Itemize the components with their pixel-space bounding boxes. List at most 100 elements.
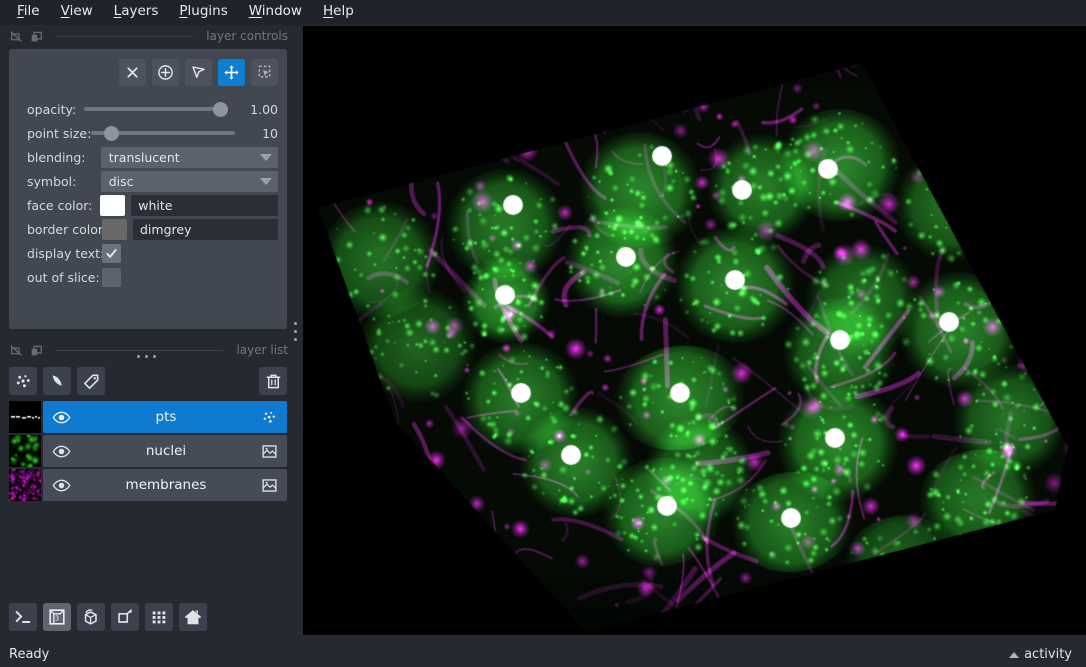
ndisplay-toggle-button[interactable]: 3 (43, 603, 71, 631)
activity-label: activity (1024, 647, 1072, 662)
layer-controls-panel: opacity: 1.00 point size: 10 blending: t… (9, 49, 287, 329)
display-text-row: display text: (18, 242, 278, 264)
grid-icon (152, 611, 166, 624)
opacity-slider[interactable] (84, 98, 228, 120)
layer-entry-nuclei[interactable]: nuclei (43, 435, 287, 467)
left-dock: layer controls opacity: 1.00 point size:… (0, 25, 296, 642)
symbol-select[interactable]: disc (100, 170, 278, 192)
layer-row[interactable]: nuclei (9, 435, 287, 467)
out-of-slice-checkbox[interactable] (102, 267, 121, 287)
layer-controls-header: layer controls (0, 25, 296, 47)
opacity-handle[interactable] (213, 102, 228, 117)
visibility-eye-icon[interactable] (52, 476, 71, 495)
out-of-slice-row: out of slice: (18, 266, 278, 288)
viewer-canvas[interactable] (303, 26, 1086, 635)
undock-icon[interactable] (30, 344, 43, 357)
trash-icon (266, 374, 280, 388)
layer-entry-pts[interactable]: pts (43, 401, 287, 433)
out-of-slice-label: out of slice: (27, 269, 100, 285)
border-color-value[interactable]: dimgrey (133, 218, 278, 240)
visibility-eye-icon[interactable] (52, 408, 71, 427)
point-size-label: point size: (27, 125, 92, 141)
points-icon (16, 374, 30, 387)
opacity-label: opacity: (27, 101, 77, 117)
reset-view-button[interactable] (179, 603, 207, 631)
chevron-up-icon (1009, 651, 1020, 658)
vertical-splitter-handle[interactable] (294, 322, 297, 341)
visibility-eye-icon[interactable] (52, 442, 71, 461)
layer-controls-title: layer controls (206, 29, 288, 43)
new-labels-button[interactable] (77, 367, 105, 395)
point-size-row: point size: 10 (18, 122, 278, 144)
check-icon (106, 248, 117, 258)
new-points-button[interactable] (9, 367, 37, 395)
border-color-label: border color: (27, 221, 108, 237)
roll-dims-button[interactable] (77, 603, 105, 631)
napari-window: File View Layers Plugins Window Help lay… (0, 0, 1086, 667)
grid-view-button[interactable] (145, 603, 173, 631)
point-size-value: 10 (262, 125, 278, 141)
face-color-value[interactable]: white (131, 194, 278, 216)
home-icon (185, 610, 201, 625)
viewer-buttons-toolbar: 3 (9, 603, 207, 631)
menu-view[interactable]: View (52, 2, 102, 23)
blending-value: translucent (108, 149, 180, 165)
face-color-swatch[interactable] (100, 194, 126, 216)
console-icon (15, 611, 31, 623)
layer-row[interactable]: membranes (9, 469, 287, 501)
select-points-button[interactable] (185, 59, 212, 86)
border-color-row: border color: dimgrey (18, 218, 278, 240)
labels-tag-icon (83, 374, 98, 389)
menu-plugins[interactable]: Plugins (170, 2, 236, 23)
header-rule (56, 35, 194, 37)
layer-name: membranes (125, 477, 207, 493)
float-dock-icon[interactable] (10, 344, 23, 357)
point-size-handle[interactable] (104, 126, 120, 141)
layer-name: nuclei (145, 443, 187, 459)
image-layer-type-icon (262, 478, 277, 492)
menu-bar: File View Layers Plugins Window Help (0, 0, 1086, 25)
horizontal-splitter-handle[interactable] (137, 355, 156, 358)
layer-thumbnail-pts (9, 401, 41, 433)
image-layer-type-icon (262, 444, 277, 458)
point-size-slider[interactable] (91, 122, 236, 144)
face-color-row: face color: white (18, 194, 278, 216)
chevron-down-icon (260, 177, 272, 185)
blending-select[interactable]: translucent (100, 146, 278, 168)
layer-entry-membranes[interactable]: membranes (43, 469, 287, 501)
header-rule (56, 349, 224, 351)
symbol-label: symbol: (27, 173, 77, 189)
status-message: Ready (9, 647, 50, 662)
console-button[interactable] (9, 603, 37, 631)
blending-label: blending: (27, 149, 86, 165)
undock-icon[interactable] (30, 30, 43, 43)
new-shapes-button[interactable] (43, 367, 71, 395)
menu-help[interactable]: Help (314, 2, 363, 23)
delete-selected-points-button[interactable] (119, 59, 146, 86)
pan-zoom-button[interactable] (218, 59, 245, 86)
3d-cube-icon: 3 (49, 609, 65, 625)
layer-thumbnail-membranes (9, 469, 41, 501)
delete-layer-button[interactable] (259, 367, 287, 395)
add-points-button[interactable] (152, 59, 179, 86)
blending-row: blending: translucent (18, 146, 278, 168)
chevron-down-icon (260, 153, 272, 161)
shapes-icon (52, 374, 62, 386)
menu-layers[interactable]: Layers (105, 2, 168, 23)
layer-list-title: layer list (236, 343, 288, 357)
symbol-row: symbol: disc (18, 170, 278, 192)
face-color-label: face color: (27, 197, 93, 213)
transform-button[interactable] (251, 59, 278, 86)
display-text-checkbox[interactable] (102, 243, 121, 263)
roll-cube-icon (84, 608, 97, 625)
menu-file[interactable]: File (8, 2, 49, 23)
layer-name: pts (155, 409, 177, 425)
float-dock-icon[interactable] (10, 30, 23, 43)
transpose-dims-button[interactable] (111, 603, 139, 631)
svg-text:3: 3 (55, 614, 59, 622)
activity-toggle[interactable]: activity (1009, 647, 1072, 662)
layer-row[interactable]: pts (9, 401, 287, 433)
volume-render-canvas[interactable] (303, 26, 1086, 635)
menu-window[interactable]: Window (240, 2, 311, 23)
border-color-swatch[interactable] (102, 218, 127, 240)
